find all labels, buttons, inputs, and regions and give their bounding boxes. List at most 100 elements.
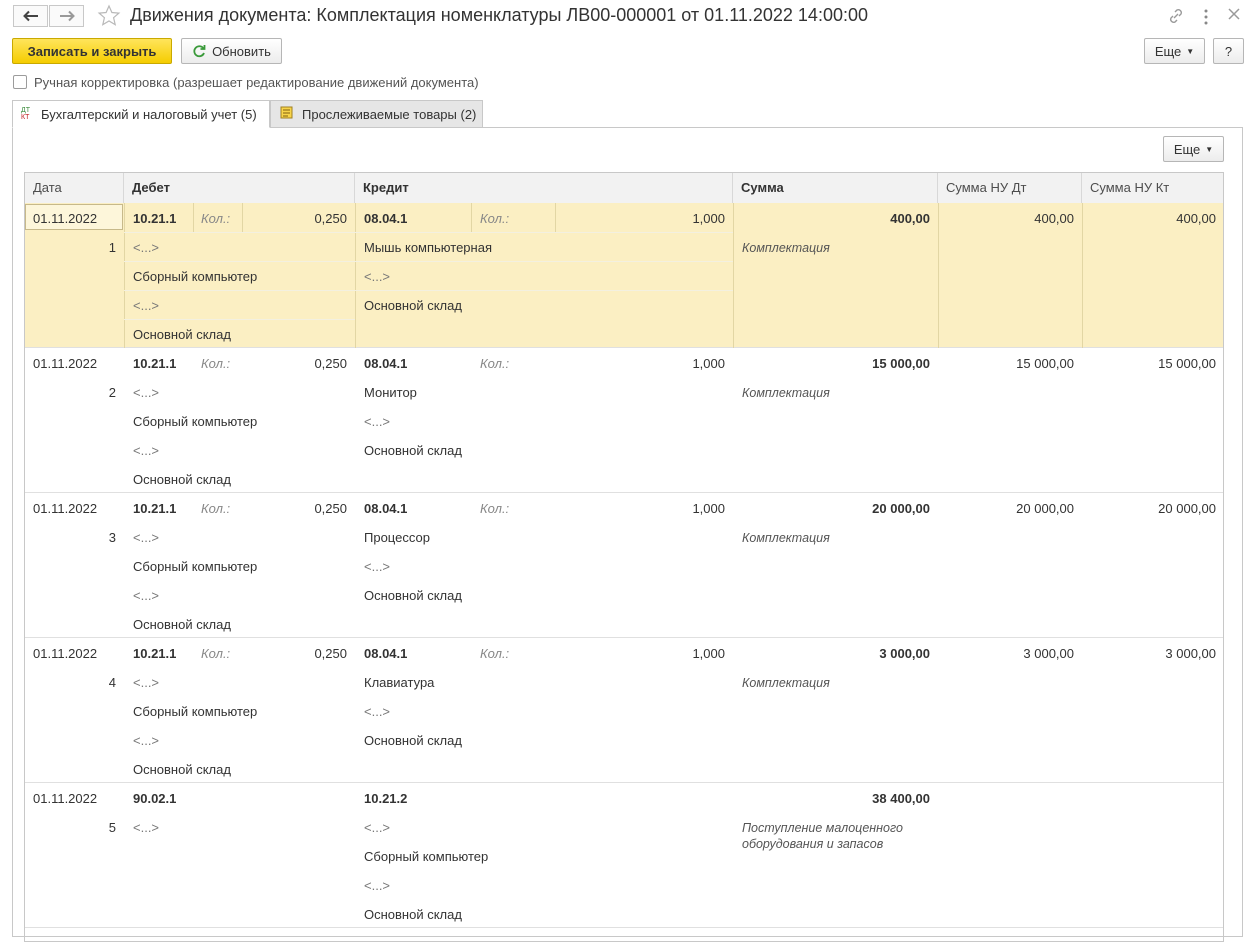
help-button[interactable]: ? — [1213, 38, 1244, 64]
tab-traceable-goods[interactable]: Прослеживаемые товары (2) — [270, 100, 483, 128]
sum-tax-debit[interactable]: 3 000,00 — [938, 646, 1074, 661]
credit-subconto[interactable]: Монитор — [364, 385, 417, 400]
table-row[interactable]: 01.11.2022 5 90.02.1 <...> 10.21.2 <...> Сборн… — [25, 783, 1223, 928]
sum-tax-credit[interactable]: 15 000,00 — [1082, 356, 1216, 371]
debit-subconto-placeholder[interactable]: <...> — [133, 733, 159, 748]
credit-subconto-placeholder[interactable]: <...> — [364, 414, 390, 429]
favorite-button[interactable] — [97, 4, 121, 31]
credit-subconto[interactable]: Сборный компьютер — [364, 849, 488, 864]
sum-tax-debit[interactable]: 15 000,00 — [938, 356, 1074, 371]
debit-qty[interactable]: 0,250 — [245, 646, 347, 661]
column-credit[interactable]: Кредит — [355, 173, 733, 203]
entry-sum[interactable]: 3 000,00 — [733, 646, 930, 661]
debit-qty[interactable]: 0,250 — [245, 211, 347, 226]
credit-qty[interactable]: 1,000 — [565, 501, 725, 516]
sum-tax-credit[interactable]: 20 000,00 — [1082, 501, 1216, 516]
sum-tax-debit[interactable]: 20 000,00 — [938, 501, 1074, 516]
debit-account[interactable]: 10.21.1 — [133, 501, 176, 516]
manual-adjustment-checkbox[interactable] — [13, 75, 27, 89]
entry-sum[interactable]: 38 400,00 — [733, 791, 930, 806]
save-and-close-button[interactable]: Записать и закрыть — [12, 38, 172, 64]
sum-tax-credit[interactable]: 3 000,00 — [1082, 646, 1216, 661]
sum-tax-credit[interactable]: 400,00 — [1082, 211, 1216, 226]
menu-button[interactable] — [1203, 9, 1209, 28]
debit-subconto-placeholder[interactable]: <...> — [133, 240, 159, 255]
debit-subconto[interactable]: Сборный компьютер — [133, 414, 257, 429]
entry-description[interactable]: Поступление малоценного оборудования и з… — [742, 820, 922, 852]
credit-subconto-placeholder[interactable]: <...> — [364, 269, 390, 284]
credit-subconto[interactable]: Мышь компьютерная — [364, 240, 492, 255]
debit-subconto[interactable]: Основной склад — [133, 472, 231, 487]
credit-subconto[interactable]: Основной склад — [364, 733, 462, 748]
entry-description[interactable]: Комплектация — [742, 240, 922, 256]
debit-subconto-placeholder[interactable]: <...> — [133, 385, 159, 400]
debit-qty[interactable]: 0,250 — [245, 356, 347, 371]
credit-qty[interactable]: 1,000 — [565, 211, 725, 226]
close-button[interactable] — [1228, 8, 1240, 23]
credit-subconto-placeholder[interactable]: <...> — [364, 820, 390, 835]
credit-subconto[interactable]: Процессор — [364, 530, 430, 545]
credit-subconto[interactable]: Клавиатура — [364, 675, 434, 690]
entry-date[interactable]: 01.11.2022 — [33, 356, 97, 371]
debit-subconto[interactable]: Основной склад — [133, 327, 231, 342]
entry-sum[interactable]: 400,00 — [733, 211, 930, 226]
column-sum[interactable]: Сумма — [733, 173, 938, 203]
debit-subconto-placeholder[interactable]: <...> — [133, 530, 159, 545]
credit-account[interactable]: 10.21.2 — [364, 791, 407, 806]
credit-account[interactable]: 08.04.1 — [364, 356, 407, 371]
debit-subconto[interactable]: Сборный компьютер — [133, 269, 257, 284]
entry-date[interactable]: 01.11.2022 — [33, 211, 97, 226]
debit-subconto[interactable]: Сборный компьютер — [133, 559, 257, 574]
credit-subconto[interactable]: Основной склад — [364, 443, 462, 458]
entry-description[interactable]: Комплектация — [742, 675, 922, 691]
back-button[interactable] — [13, 5, 48, 27]
entry-sum[interactable]: 20 000,00 — [733, 501, 930, 516]
debit-account[interactable]: 10.21.1 — [133, 646, 176, 661]
debit-subconto-placeholder[interactable]: <...> — [133, 820, 159, 835]
credit-account[interactable]: 08.04.1 — [364, 211, 407, 226]
debit-account[interactable]: 90.02.1 — [133, 791, 176, 806]
column-date[interactable]: Дата — [25, 173, 124, 203]
credit-subconto-placeholder[interactable]: <...> — [364, 878, 390, 893]
entry-date[interactable]: 01.11.2022 — [33, 791, 97, 806]
debit-subconto[interactable]: Сборный компьютер — [133, 704, 257, 719]
table-row[interactable]: 01.11.2022 1 10.21.1 Кол.: 0,250 <...> Сборный… — [25, 203, 1223, 348]
debit-subconto-placeholder[interactable]: <...> — [133, 675, 159, 690]
credit-account[interactable]: 08.04.1 — [364, 501, 407, 516]
credit-subconto-placeholder[interactable]: <...> — [364, 704, 390, 719]
table-row[interactable]: 01.11.2022 3 10.21.1 Кол.: 0,250 <...> Сборный… — [25, 493, 1223, 638]
entry-sum[interactable]: 15 000,00 — [733, 356, 930, 371]
credit-qty[interactable]: 1,000 — [565, 646, 725, 661]
column-sum-tax-credit[interactable]: Сумма НУ Кт — [1082, 173, 1223, 203]
entry-date[interactable]: 01.11.2022 — [33, 646, 97, 661]
credit-subconto-placeholder[interactable]: <...> — [364, 559, 390, 574]
table-row[interactable]: 01.11.2022 2 10.21.1 Кол.: 0,250 <...> Сборный… — [25, 348, 1223, 493]
debit-subconto-placeholder[interactable]: <...> — [133, 588, 159, 603]
table-row[interactable]: 01.11.2022 4 10.21.1 Кол.: 0,250 <...> Сборный… — [25, 638, 1223, 783]
tab-accounting[interactable]: ДТ КТ Бухгалтерский и налоговый учет (5) — [12, 100, 270, 128]
entry-date[interactable]: 01.11.2022 — [33, 501, 97, 516]
debit-subconto-placeholder[interactable]: <...> — [133, 298, 159, 313]
debit-subconto[interactable]: Основной склад — [133, 617, 231, 632]
table-more-button[interactable]: Еще ▼ — [1163, 136, 1224, 162]
more-button[interactable]: Еще ▼ — [1144, 38, 1205, 64]
link-button[interactable] — [1167, 7, 1185, 28]
debit-account[interactable]: 10.21.1 — [133, 211, 176, 226]
column-sum-tax-debit[interactable]: Сумма НУ Дт — [938, 173, 1082, 203]
forward-button[interactable] — [49, 5, 84, 27]
column-debit[interactable]: Дебет — [124, 173, 355, 203]
debit-account[interactable]: 10.21.1 — [133, 356, 176, 371]
credit-subconto[interactable]: Основной склад — [364, 907, 462, 922]
credit-account[interactable]: 08.04.1 — [364, 646, 407, 661]
debit-subconto[interactable]: Основной склад — [133, 762, 231, 777]
entry-description[interactable]: Комплектация — [742, 385, 922, 401]
credit-subconto[interactable]: Основной склад — [364, 298, 462, 313]
column-divider — [555, 203, 556, 232]
credit-qty[interactable]: 1,000 — [565, 356, 725, 371]
sum-tax-debit[interactable]: 400,00 — [938, 211, 1074, 226]
debit-qty[interactable]: 0,250 — [245, 501, 347, 516]
credit-subconto[interactable]: Основной склад — [364, 588, 462, 603]
entry-description[interactable]: Комплектация — [742, 530, 922, 546]
refresh-button[interactable]: Обновить — [181, 38, 282, 64]
debit-subconto-placeholder[interactable]: <...> — [133, 443, 159, 458]
